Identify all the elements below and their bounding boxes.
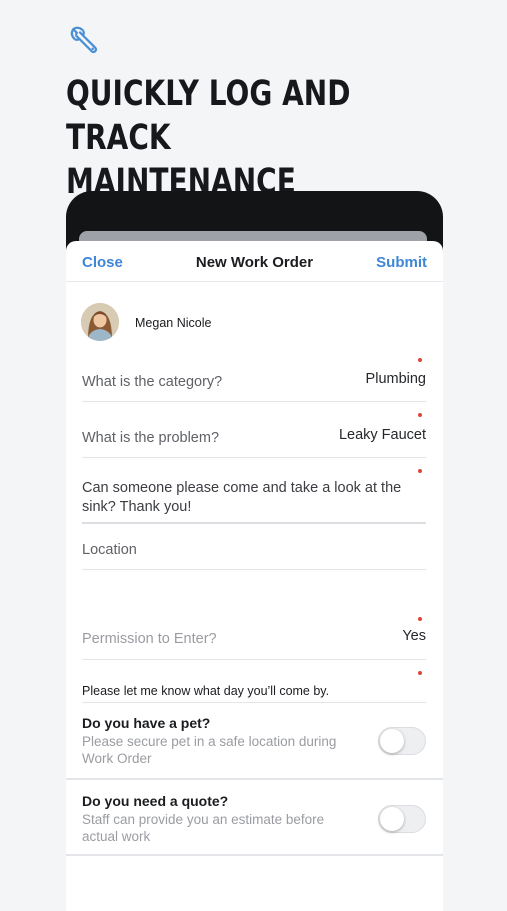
required-indicator — [418, 413, 422, 417]
wrench-icon — [70, 26, 98, 54]
quote-description: Staff can provide you an estimate before… — [82, 812, 325, 844]
quote-toggle-row: Do you need a quote? Staff can provide y… — [82, 791, 426, 855]
schedule-note-field[interactable]: Please let me know what day you’ll come … — [82, 669, 426, 703]
problem-value: Leaky Faucet — [338, 427, 426, 443]
quote-toggle[interactable] — [378, 805, 426, 833]
quote-title: Do you need a quote? — [82, 793, 229, 809]
required-indicator — [418, 469, 422, 473]
divider — [82, 457, 426, 458]
permission-label: Permission to Enter? — [82, 631, 217, 647]
nav-bar: Close New Work Order Submit — [66, 241, 443, 282]
category-field[interactable]: What is the category? Plumbing — [82, 355, 426, 402]
pet-description: Please secure pet in a safe location dur… — [82, 734, 337, 766]
section-divider — [66, 854, 443, 856]
problem-field[interactable]: What is the problem? Leaky Faucet — [82, 409, 426, 458]
location-placeholder: Location — [82, 542, 137, 558]
divider — [82, 659, 426, 660]
permission-value: Yes — [402, 628, 426, 644]
toggle-knob — [380, 807, 404, 831]
description-text: Can someone please come and take a look … — [82, 480, 402, 515]
divider — [82, 702, 426, 703]
divider — [82, 569, 426, 570]
schedule-note: Please let me know what day you’ll come … — [82, 684, 330, 698]
required-indicator — [418, 358, 422, 362]
divider — [82, 401, 426, 402]
required-indicator — [418, 617, 422, 621]
category-label: What is the category? — [82, 374, 223, 390]
user-name: Megan Nicole — [135, 316, 212, 330]
divider — [82, 522, 426, 524]
permission-field[interactable]: Permission to Enter? Yes — [82, 614, 426, 660]
avatar — [81, 303, 119, 341]
description-field[interactable]: Can someone please come and take a look … — [82, 467, 426, 524]
section-divider — [66, 778, 443, 780]
work-order-form: Close New Work Order Submit Megan Nicole… — [66, 241, 443, 911]
category-value: Plumbing — [365, 371, 426, 387]
pet-toggle[interactable] — [378, 727, 426, 755]
pet-title: Do you have a pet? — [82, 715, 211, 731]
submit-button[interactable]: Submit — [376, 254, 427, 271]
toggle-knob — [380, 729, 404, 753]
pet-toggle-row: Do you have a pet? Please secure pet in … — [82, 713, 426, 777]
required-indicator — [418, 671, 422, 675]
location-input[interactable]: Location — [82, 528, 426, 570]
problem-label: What is the problem? — [82, 430, 220, 446]
